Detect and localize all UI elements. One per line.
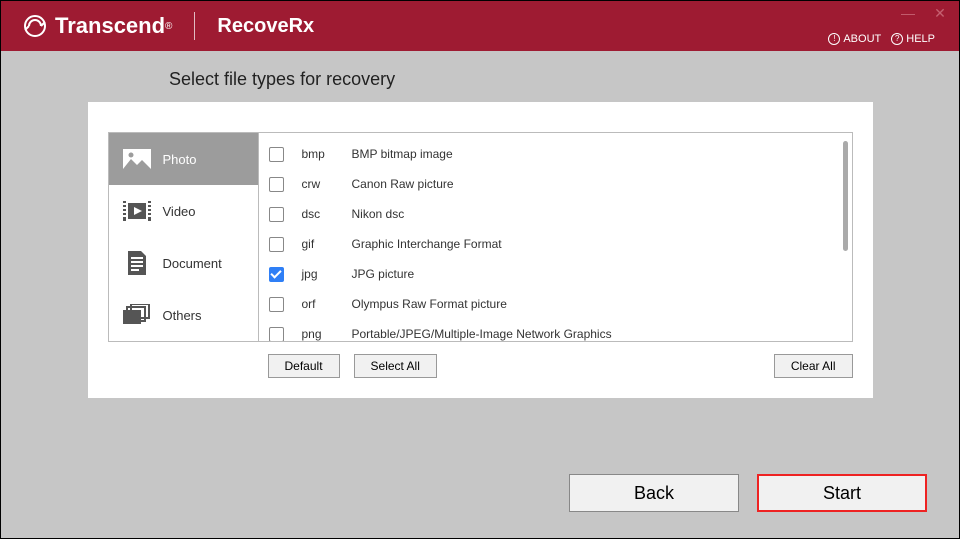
document-icon bbox=[123, 252, 151, 274]
video-icon bbox=[123, 200, 151, 222]
category-label: Document bbox=[163, 256, 222, 271]
app-title: RecoveRx bbox=[217, 15, 314, 38]
checkbox-jpg[interactable] bbox=[269, 267, 284, 282]
start-button[interactable]: Start bbox=[757, 474, 927, 512]
checkbox-gif[interactable] bbox=[269, 237, 284, 252]
checkbox-png[interactable] bbox=[269, 327, 284, 342]
help-link[interactable]: ? HELP bbox=[891, 33, 935, 45]
checkbox-dsc[interactable] bbox=[269, 207, 284, 222]
file-type-row[interactable]: crw Canon Raw picture bbox=[259, 169, 852, 199]
back-button[interactable]: Back bbox=[569, 474, 739, 512]
category-others[interactable]: Others bbox=[109, 289, 258, 341]
help-label: HELP bbox=[906, 33, 935, 45]
page-heading: Select file types for recovery bbox=[1, 51, 959, 102]
checkbox-orf[interactable] bbox=[269, 297, 284, 312]
brand-divider bbox=[194, 12, 195, 40]
file-ext: dsc bbox=[302, 207, 352, 221]
transcend-logo-icon bbox=[21, 12, 49, 40]
file-type-row[interactable]: jpg JPG picture bbox=[259, 259, 852, 289]
file-ext: jpg bbox=[302, 267, 352, 281]
action-row: Default Select All Clear All bbox=[98, 342, 863, 378]
app-window: Transcend ® RecoveRx — ✕ ! ABOUT ? HELP … bbox=[0, 0, 960, 539]
checkbox-bmp[interactable] bbox=[269, 147, 284, 162]
file-desc: Graphic Interchange Format bbox=[352, 237, 502, 251]
others-icon bbox=[123, 304, 151, 326]
help-links: ! ABOUT ? HELP bbox=[828, 33, 935, 45]
file-type-list[interactable]: bmp BMP bitmap image crw Canon Raw pictu… bbox=[258, 132, 853, 342]
file-type-browser: Photo Vi bbox=[108, 132, 853, 342]
select-all-button[interactable]: Select All bbox=[354, 354, 437, 378]
default-button[interactable]: Default bbox=[268, 354, 340, 378]
file-desc: Portable/JPEG/Multiple-Image Network Gra… bbox=[352, 327, 612, 341]
file-ext: orf bbox=[302, 297, 352, 311]
file-ext: bmp bbox=[302, 147, 352, 161]
file-desc: Olympus Raw Format picture bbox=[352, 297, 507, 311]
category-label: Others bbox=[163, 308, 202, 323]
file-type-row[interactable]: bmp BMP bitmap image bbox=[259, 139, 852, 169]
brand-name: Transcend bbox=[55, 13, 165, 39]
category-video[interactable]: Video bbox=[109, 185, 258, 237]
minimize-button[interactable]: — bbox=[897, 5, 919, 21]
selection-panel: Photo Vi bbox=[88, 102, 873, 398]
file-desc: JPG picture bbox=[352, 267, 415, 281]
file-ext: png bbox=[302, 327, 352, 341]
category-label: Photo bbox=[163, 152, 197, 167]
window-controls: — ✕ bbox=[897, 5, 951, 21]
file-type-row[interactable]: png Portable/JPEG/Multiple-Image Network… bbox=[259, 319, 852, 342]
brand: Transcend ® bbox=[1, 12, 172, 40]
content-area: Select file types for recovery Photo bbox=[1, 51, 959, 538]
close-button[interactable]: ✕ bbox=[929, 5, 951, 21]
registered-mark: ® bbox=[165, 21, 172, 32]
file-type-row[interactable]: gif Graphic Interchange Format bbox=[259, 229, 852, 259]
file-ext: gif bbox=[302, 237, 352, 251]
file-desc: Nikon dsc bbox=[352, 207, 405, 221]
category-label: Video bbox=[163, 204, 196, 219]
about-label: ABOUT bbox=[843, 33, 881, 45]
photo-icon bbox=[123, 148, 151, 170]
file-ext: crw bbox=[302, 177, 352, 191]
about-link[interactable]: ! ABOUT bbox=[828, 33, 881, 45]
file-type-row[interactable]: orf Olympus Raw Format picture bbox=[259, 289, 852, 319]
question-icon: ? bbox=[891, 33, 903, 45]
clear-all-button[interactable]: Clear All bbox=[774, 354, 853, 378]
scrollbar[interactable] bbox=[843, 141, 848, 251]
category-photo[interactable]: Photo bbox=[109, 133, 258, 185]
file-desc: BMP bitmap image bbox=[352, 147, 453, 161]
info-icon: ! bbox=[828, 33, 840, 45]
checkbox-crw[interactable] bbox=[269, 177, 284, 192]
category-document[interactable]: Document bbox=[109, 237, 258, 289]
footer-nav: Back Start bbox=[569, 474, 927, 512]
category-list: Photo Vi bbox=[108, 132, 258, 342]
titlebar: Transcend ® RecoveRx — ✕ ! ABOUT ? HELP bbox=[1, 1, 959, 51]
file-type-row[interactable]: dsc Nikon dsc bbox=[259, 199, 852, 229]
file-desc: Canon Raw picture bbox=[352, 177, 454, 191]
